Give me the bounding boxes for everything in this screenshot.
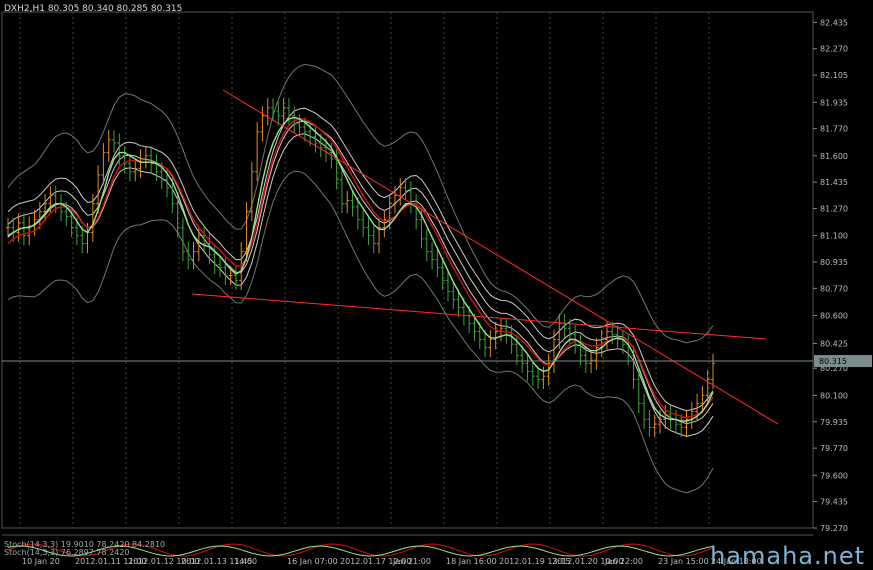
envelope-line-3 [7, 107, 714, 412]
trendline-support [191, 293, 767, 340]
y-tick-label: 81.770 [820, 125, 848, 134]
x-tick-label: 18 Jan 16:00 [446, 557, 497, 566]
fast-ma-line [7, 116, 714, 422]
y-tick-label: 80.935 [820, 258, 848, 267]
current-price-label: 80.315 [819, 357, 847, 366]
slow-ma-line [7, 118, 714, 419]
y-tick-label: 82.105 [820, 71, 848, 80]
x-tick-label: Jan 21:00 [392, 557, 431, 566]
y-tick-label: 80.100 [820, 391, 848, 400]
ohlc-values: 80.305 80.340 80.285 80.315 [47, 4, 183, 14]
y-tick-label: 79.935 [820, 418, 848, 427]
x-tick-label: 23 Jan 15:00 [658, 557, 709, 566]
y-tick-label: 79.270 [820, 524, 848, 533]
y-tick-label: 81.270 [820, 204, 848, 213]
symbol-label: DXH2,H1 [4, 4, 45, 14]
watermark: hamaha.net [710, 542, 865, 570]
y-tick-label: 80.770 [820, 284, 848, 293]
price-chart: 10 Jan 20 2012.01.11 11:002012.01.12 10:0… [1, 11, 872, 566]
y-tick-label: 79.600 [820, 471, 848, 480]
y-tick-label: 81.435 [820, 178, 848, 187]
envelope-line-2 [7, 120, 714, 425]
x-tick-label: 16 Jan 07:00 [287, 557, 338, 566]
y-tick-label: 81.100 [820, 232, 848, 241]
x-tick-label: Jan 22:00 [604, 557, 643, 566]
chart-title: DXH2,H1 80.305 80.340 80.285 80.315 [4, 4, 182, 14]
x-tick-label: 10 Jan 20 [22, 557, 60, 566]
y-tick-label: 82.435 [820, 18, 848, 27]
x-tick-label: 14:00 [234, 557, 257, 566]
y-tick-label: 81.935 [820, 98, 848, 107]
y-tick-label: 81.600 [820, 152, 848, 161]
y-tick-label: 79.435 [820, 498, 848, 507]
y-tick-label: 82.270 [820, 45, 848, 54]
indicator-label-2: Stoch(14,3,3) 76.2897 78.2420 [4, 548, 130, 557]
y-tick-label: 80.600 [820, 312, 848, 321]
trendline-down [222, 89, 779, 425]
y-tick-label: 79.770 [820, 444, 848, 453]
plot-frame [1, 11, 814, 529]
y-tick-label: 80.425 [820, 339, 848, 348]
